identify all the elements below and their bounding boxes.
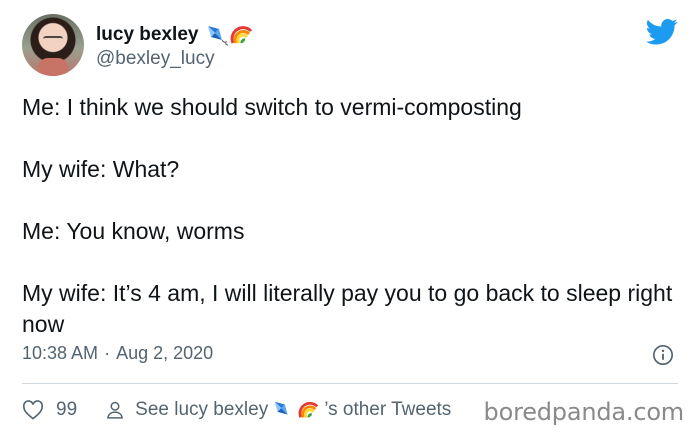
tweet-line: Me: You know, worms: [22, 218, 245, 244]
tweet-card: lucy bexley @bexley_lucy Me: I think we …: [0, 0, 700, 437]
name-emojis: [205, 23, 254, 47]
tweet-text: Me: I think we should switch to vermi-co…: [22, 92, 682, 340]
twitter-bird-icon[interactable]: [646, 18, 678, 46]
info-icon[interactable]: [652, 344, 674, 366]
watermark: boredpanda.com: [483, 398, 685, 426]
display-name[interactable]: lucy bexley: [96, 24, 198, 46]
tweet-time: 10:38 AM: [22, 343, 99, 363]
rainbow-icon: [298, 401, 319, 419]
avatar-glasses: [43, 36, 63, 42]
meta-separator: ·: [104, 343, 111, 363]
tweet-line: My wife: What?: [22, 156, 180, 182]
user-handle[interactable]: @bexley_lucy: [96, 48, 215, 70]
see-other-prefix: See lucy bexley: [135, 399, 269, 420]
name-row: lucy bexley: [96, 22, 254, 48]
rainbow-icon: [231, 26, 253, 44]
like-count: 99: [56, 399, 78, 420]
avatar-shirt: [38, 58, 68, 76]
divider: [22, 383, 678, 384]
see-other-suffix: ’s other Tweets: [324, 399, 452, 420]
tweet-line: Me: I think we should switch to vermi-co…: [22, 94, 522, 120]
kite-icon: [274, 401, 288, 415]
avatar[interactable]: [22, 14, 84, 76]
see-other-tweets-link[interactable]: See lucy bexley ’s other Tweets: [105, 399, 451, 421]
tweet-actions: 99 See lucy bexley ’s other Tweets: [22, 396, 451, 424]
see-other-tweets-text: See lucy bexley ’s other Tweets: [135, 399, 451, 421]
kite-icon: [208, 26, 229, 46]
like-button[interactable]: 99: [22, 399, 77, 421]
person-icon: [107, 401, 124, 419]
tweet-timestamp[interactable]: 10:38 AM · Aug 2, 2020: [22, 343, 213, 364]
tweet-line: My wife: It’s 4 am, I will literally pay…: [22, 280, 673, 337]
heart-icon: [22, 400, 44, 420]
tweet-date: Aug 2, 2020: [116, 343, 214, 363]
